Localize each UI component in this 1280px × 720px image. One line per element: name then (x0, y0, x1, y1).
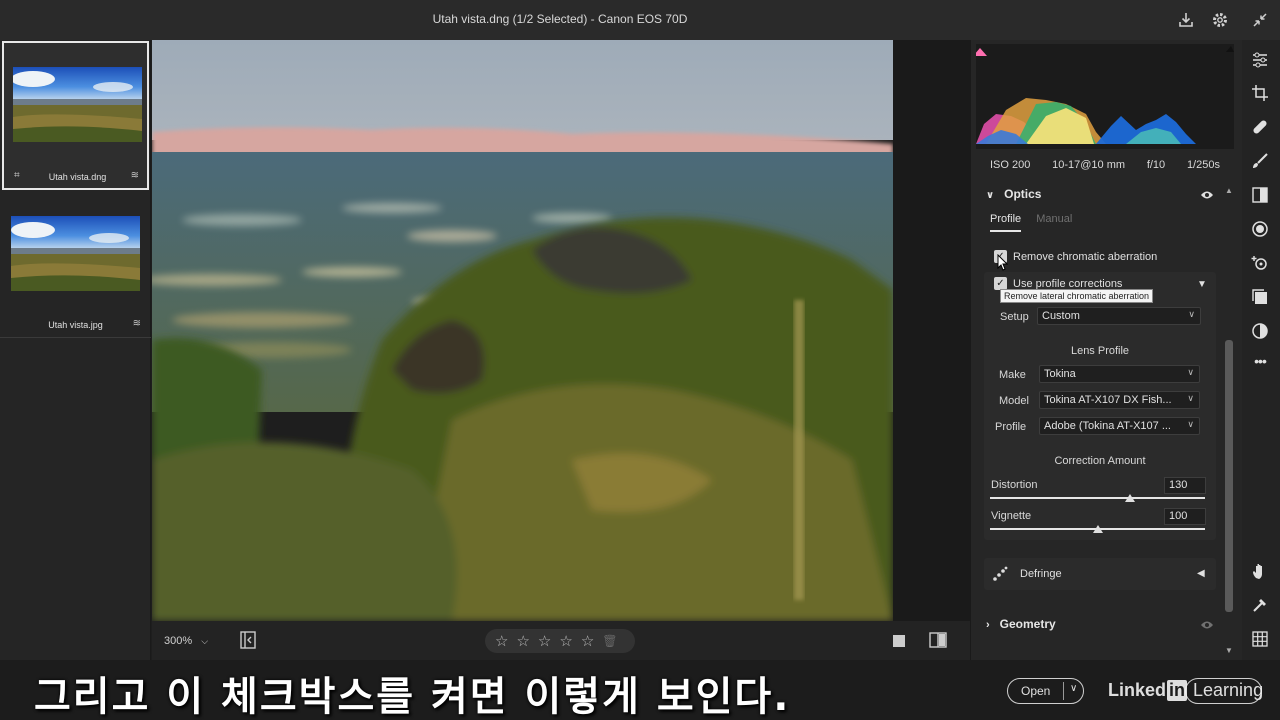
distortion-slider-thumb[interactable] (1124, 494, 1135, 502)
distortion-input[interactable]: 130 (1164, 477, 1206, 494)
window-title: Utah vista.dng (1/2 Selected) - Canon EO… (432, 12, 688, 26)
exif-focal-length: 10-17@10 mm (1052, 159, 1126, 171)
star-icon[interactable]: ☆ (581, 632, 594, 650)
defringe-label: Defringe (1020, 568, 1062, 580)
snapshots-icon[interactable] (1248, 286, 1272, 308)
trash-icon[interactable]: 🗑 (602, 634, 617, 648)
linkedin-learning-watermark: Linked in Learning (1108, 680, 1264, 701)
star-icon[interactable]: ☆ (538, 632, 551, 650)
exif-iso: ISO 200 (990, 159, 1031, 171)
make-select[interactable]: Tokina ∨ (1039, 365, 1200, 383)
optics-tabs: Profile Manual (990, 213, 1084, 232)
chevron-right-icon: › (986, 619, 990, 631)
defringe-section[interactable]: Defringe ◀ (984, 558, 1216, 590)
vignette-label: Vignette (991, 510, 1032, 522)
distortion-label: Distortion (991, 479, 1038, 491)
geometry-header[interactable]: › Geometry (986, 617, 1056, 631)
model-label: Model (999, 395, 1029, 407)
optics-header[interactable]: ∨ Optics (986, 187, 1041, 201)
filmstrip-label: Utah vista.dng (48, 172, 107, 182)
chevron-down-icon: ∨ (1187, 419, 1194, 429)
tab-profile[interactable]: Profile (990, 213, 1022, 232)
profile-label: Profile (995, 421, 1027, 433)
brush-icon[interactable] (1248, 150, 1272, 172)
setup-select[interactable]: Custom ∨ (1037, 307, 1201, 325)
vignette-input[interactable]: 100 (1164, 508, 1206, 525)
remove-ca-label: Remove chromatic aberration (1013, 250, 1158, 263)
hand-icon[interactable] (1248, 560, 1272, 582)
healing-icon[interactable] (1248, 116, 1272, 138)
exif-aperture: f/10 (1146, 159, 1166, 171)
filmstrip: ⌗ Utah vista.dng ≋ Utah vista.jpg ≋ (0, 40, 151, 660)
edit-sliders-icon[interactable] (1248, 49, 1272, 71)
star-icon[interactable]: ☆ (559, 632, 572, 650)
scroll-up-icon[interactable]: ▲ (1225, 186, 1233, 195)
eye-icon[interactable] (1200, 618, 1214, 636)
geometry-title: Geometry (999, 617, 1056, 631)
collapse-triangle-icon[interactable]: ▼ (1197, 279, 1207, 290)
gradient-icon[interactable] (1248, 184, 1272, 206)
canvas-gutter (893, 40, 970, 621)
open-button[interactable]: Open ∨ (1007, 678, 1084, 704)
title-bar: Utah vista.dng (1/2 Selected) - Canon EO… (0, 0, 1280, 40)
filmstrip-toggle-icon[interactable] (240, 631, 256, 654)
thumbnail-image (11, 216, 140, 291)
zoom-select[interactable]: 300% ⌵ (164, 635, 208, 647)
collapse-icon[interactable] (1249, 9, 1271, 31)
panel-scrollbar[interactable] (1225, 340, 1233, 612)
open-button-separator (1063, 682, 1064, 700)
more-icon[interactable]: ••• (1248, 350, 1272, 372)
correction-amount-heading: Correction Amount (1054, 455, 1146, 467)
model-select[interactable]: Tokina AT-X107 DX Fish... ∨ (1039, 391, 1200, 409)
subtitle-caption: 그리고 이 체크박스를 켜면 이렇게 보인다. (34, 674, 791, 720)
chevron-down-icon[interactable]: ∨ (1070, 683, 1077, 694)
vignette-slider-thumb[interactable] (1092, 525, 1103, 533)
filmstrip-item[interactable]: Utah vista.jpg ≋ (2, 192, 149, 337)
edited-icon: ≋ (130, 170, 139, 181)
expand-triangle-icon[interactable]: ◀ (1197, 568, 1205, 579)
crop-icon[interactable] (1248, 82, 1272, 104)
tab-manual[interactable]: Manual (1036, 213, 1072, 230)
tooltip: Remove lateral chromatic aberration (1000, 289, 1154, 303)
gear-icon[interactable] (1209, 9, 1231, 31)
chevron-down-icon: ∨ (1187, 393, 1194, 403)
filmstrip-label: Utah vista.jpg (48, 320, 103, 330)
optics-title: Optics (1004, 187, 1042, 201)
grid-icon[interactable] (1248, 628, 1272, 650)
exif-info: ISO 200 10-17@10 mm f/10 1/250s (976, 159, 1234, 171)
image-canvas[interactable] (152, 40, 893, 621)
setup-label: Setup (1000, 311, 1029, 323)
histogram (973, 44, 1234, 149)
viewer-toolbar: 300% ⌵ ☆ ☆ ☆ ☆ ☆ 🗑 (152, 621, 970, 661)
photo-preview (152, 40, 893, 621)
lens-profile-heading: Lens Profile (1070, 345, 1130, 357)
eye-icon[interactable] (1200, 188, 1214, 206)
eyedropper-icon[interactable] (1248, 594, 1272, 616)
remove-ca-row[interactable]: ✓ Remove chromatic aberration (994, 250, 1157, 263)
export-icon[interactable] (1175, 9, 1197, 31)
filmstrip-item[interactable]: ⌗ Utah vista.dng ≋ (2, 41, 149, 190)
edited-icon: ≋ (132, 318, 141, 329)
chevron-down-icon: ∨ (986, 190, 995, 201)
distortion-slider[interactable] (990, 497, 1205, 499)
radial-filter-icon[interactable] (1248, 218, 1272, 240)
compare-view-icon[interactable] (929, 632, 947, 653)
single-view-icon[interactable] (892, 634, 906, 653)
presets-icon[interactable] (1248, 320, 1272, 342)
star-icon[interactable]: ☆ (516, 632, 529, 650)
use-profile-label: Use profile corrections (1013, 277, 1123, 290)
red-eye-icon[interactable] (1248, 252, 1272, 274)
scroll-down-icon[interactable]: ▼ (1225, 646, 1233, 655)
open-button-label: Open (1021, 684, 1051, 698)
chevron-down-icon: ∨ (1188, 309, 1195, 319)
filmstrip-divider (0, 337, 151, 338)
exif-shutter: 1/250s (1186, 159, 1220, 171)
star-icon[interactable]: ☆ (495, 632, 508, 650)
profile-select[interactable]: Adobe (Tokina AT-X107 ... ∨ (1039, 417, 1200, 435)
defringe-icon (992, 566, 1008, 587)
thumbnail-image (13, 67, 142, 142)
chevron-down-icon: ∨ (1187, 367, 1194, 377)
make-label: Make (999, 369, 1026, 381)
star-rating[interactable]: ☆ ☆ ☆ ☆ ☆ 🗑 (485, 629, 635, 653)
